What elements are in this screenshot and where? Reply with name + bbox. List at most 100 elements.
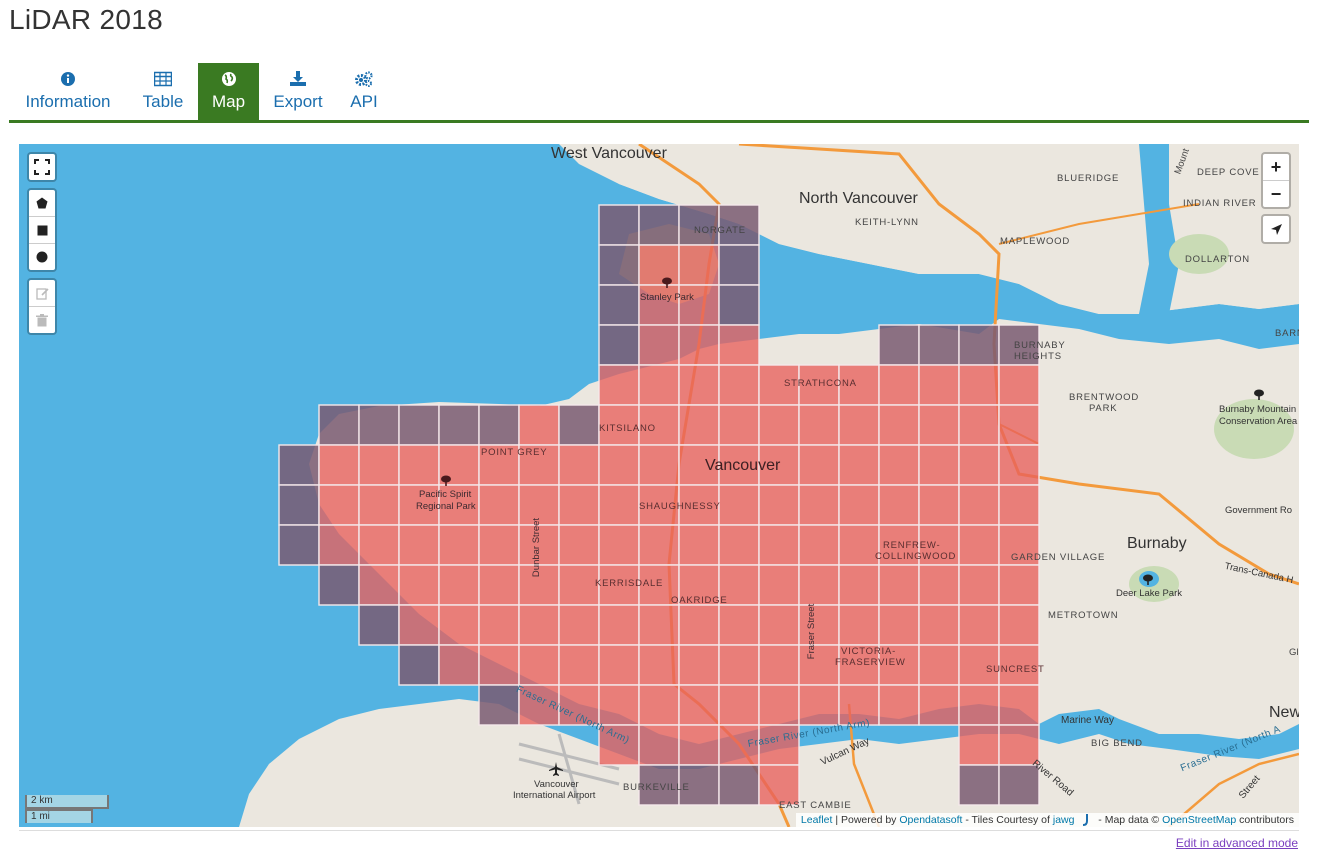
- coverage-tile[interactable]: [398, 564, 440, 606]
- coverage-tile[interactable]: [758, 644, 800, 686]
- coverage-tile[interactable]: [678, 604, 720, 646]
- coverage-tile[interactable]: [598, 244, 640, 286]
- coverage-tile[interactable]: [878, 604, 920, 646]
- coverage-tile[interactable]: [638, 724, 680, 766]
- coverage-tile[interactable]: [638, 444, 680, 486]
- coverage-tile[interactable]: [958, 484, 1000, 526]
- coverage-tile[interactable]: [598, 324, 640, 366]
- coverage-tile[interactable]: [798, 404, 840, 446]
- zoom-in-button[interactable]: +: [1263, 154, 1289, 181]
- coverage-tile[interactable]: [438, 524, 480, 566]
- coverage-tile[interactable]: [958, 764, 1000, 806]
- coverage-tile[interactable]: [398, 444, 440, 486]
- coverage-tile[interactable]: [318, 564, 360, 606]
- coverage-tile[interactable]: [718, 484, 760, 526]
- draw-rectangle-button[interactable]: [29, 217, 55, 244]
- coverage-tile[interactable]: [878, 684, 920, 726]
- coverage-tile[interactable]: [918, 684, 960, 726]
- coverage-tile[interactable]: [998, 684, 1040, 726]
- coverage-tile[interactable]: [798, 524, 840, 566]
- coverage-tile[interactable]: [758, 684, 800, 726]
- coverage-tile[interactable]: [718, 524, 760, 566]
- coverage-tile[interactable]: [478, 644, 520, 686]
- coverage-tile[interactable]: [438, 644, 480, 686]
- coverage-tile[interactable]: [358, 484, 400, 526]
- tab-table[interactable]: Table: [131, 63, 195, 120]
- coverage-tile[interactable]: [758, 404, 800, 446]
- coverage-tile[interactable]: [958, 324, 1000, 366]
- coverage-tile[interactable]: [438, 404, 480, 446]
- coverage-tile[interactable]: [398, 524, 440, 566]
- coverage-tile[interactable]: [358, 524, 400, 566]
- coverage-tile[interactable]: [798, 484, 840, 526]
- coverage-tile[interactable]: [518, 644, 560, 686]
- coverage-tile[interactable]: [598, 444, 640, 486]
- coverage-tile[interactable]: [718, 244, 760, 286]
- coverage-tile[interactable]: [758, 484, 800, 526]
- coverage-tile[interactable]: [958, 604, 1000, 646]
- coverage-tile[interactable]: [958, 444, 1000, 486]
- coverage-tile[interactable]: [838, 404, 880, 446]
- coverage-tile[interactable]: [438, 564, 480, 606]
- coverage-tile[interactable]: [598, 524, 640, 566]
- tab-information[interactable]: Information: [9, 63, 127, 120]
- coverage-tile[interactable]: [398, 404, 440, 446]
- coverage-tile[interactable]: [678, 644, 720, 686]
- coverage-tile[interactable]: [358, 604, 400, 646]
- coverage-tile[interactable]: [598, 284, 640, 326]
- coverage-tile[interactable]: [278, 524, 320, 566]
- coverage-tile[interactable]: [918, 484, 960, 526]
- coverage-tile[interactable]: [838, 524, 880, 566]
- coverage-tile[interactable]: [958, 524, 1000, 566]
- coverage-tile[interactable]: [598, 684, 640, 726]
- coverage-tile[interactable]: [678, 284, 720, 326]
- coverage-tile[interactable]: [918, 324, 960, 366]
- coverage-tile[interactable]: [478, 484, 520, 526]
- coverage-tile[interactable]: [678, 404, 720, 446]
- coverage-tile[interactable]: [998, 364, 1040, 406]
- coverage-tile[interactable]: [318, 484, 360, 526]
- coverage-tile[interactable]: [918, 644, 960, 686]
- coverage-tile[interactable]: [798, 444, 840, 486]
- coverage-tile[interactable]: [518, 404, 560, 446]
- coverage-tile[interactable]: [638, 324, 680, 366]
- coverage-tile[interactable]: [478, 604, 520, 646]
- coverage-tile[interactable]: [838, 604, 880, 646]
- coverage-tile[interactable]: [878, 484, 920, 526]
- coverage-tile[interactable]: [558, 404, 600, 446]
- coverage-tile[interactable]: [958, 684, 1000, 726]
- tab-export[interactable]: Export: [265, 63, 331, 120]
- coverage-tile[interactable]: [598, 364, 640, 406]
- draw-polygon-button[interactable]: [29, 190, 55, 217]
- coverage-tile[interactable]: [678, 684, 720, 726]
- coverage-tile[interactable]: [838, 444, 880, 486]
- coverage-tile[interactable]: [558, 484, 600, 526]
- coverage-tile[interactable]: [598, 484, 640, 526]
- coverage-tile[interactable]: [718, 604, 760, 646]
- coverage-tile[interactable]: [718, 404, 760, 446]
- coverage-tile[interactable]: [998, 484, 1040, 526]
- coverage-tile[interactable]: [718, 644, 760, 686]
- coverage-tile[interactable]: [958, 404, 1000, 446]
- coverage-tile[interactable]: [678, 324, 720, 366]
- coverage-tile[interactable]: [758, 764, 800, 806]
- draw-circle-button[interactable]: [29, 244, 55, 270]
- coverage-tile[interactable]: [318, 444, 360, 486]
- coverage-tile[interactable]: [958, 724, 1000, 766]
- delete-layers-button[interactable]: [29, 307, 55, 333]
- coverage-tile[interactable]: [758, 524, 800, 566]
- coverage-tile[interactable]: [798, 564, 840, 606]
- coverage-tile[interactable]: [838, 564, 880, 606]
- coverage-tile[interactable]: [558, 644, 600, 686]
- coverage-tile[interactable]: [358, 404, 400, 446]
- coverage-tile[interactable]: [798, 604, 840, 646]
- coverage-tile[interactable]: [598, 644, 640, 686]
- coverage-tile[interactable]: [638, 684, 680, 726]
- coverage-tile[interactable]: [718, 764, 760, 806]
- coverage-tile[interactable]: [998, 444, 1040, 486]
- coverage-tile[interactable]: [678, 244, 720, 286]
- tab-map[interactable]: Map: [198, 63, 259, 120]
- coverage-tile[interactable]: [878, 364, 920, 406]
- coverage-tile[interactable]: [558, 604, 600, 646]
- edit-advanced-mode-link[interactable]: Edit in advanced mode: [1176, 836, 1298, 850]
